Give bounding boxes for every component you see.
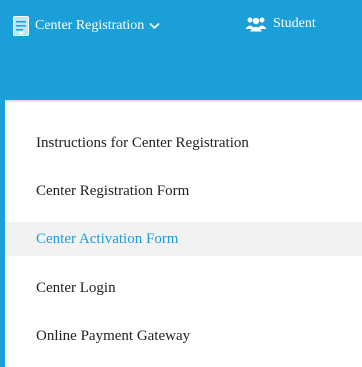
users-group-icon: [245, 16, 267, 32]
nav-center-registration-label: Center Registration: [35, 18, 145, 33]
top-navbar: Center Registration Student: [0, 0, 362, 100]
nav-student-label: Student: [273, 16, 316, 31]
chevron-down-icon: [149, 22, 160, 30]
nav-center-registration[interactable]: Center Registration: [13, 16, 160, 36]
menu-item-activation-form[interactable]: Center Activation Form: [5, 222, 362, 256]
form-document-icon: [13, 16, 29, 36]
menu-item-registration-form[interactable]: Center Registration Form: [5, 174, 362, 208]
center-registration-dropdown: Instructions for Center Registration Cen…: [5, 100, 362, 367]
menu-item-payment-gateway[interactable]: Online Payment Gateway: [5, 319, 362, 353]
menu-item-center-login[interactable]: Center Login: [5, 271, 362, 305]
menu-item-instructions[interactable]: Instructions for Center Registration: [5, 126, 362, 160]
nav-student[interactable]: Student: [245, 16, 316, 32]
